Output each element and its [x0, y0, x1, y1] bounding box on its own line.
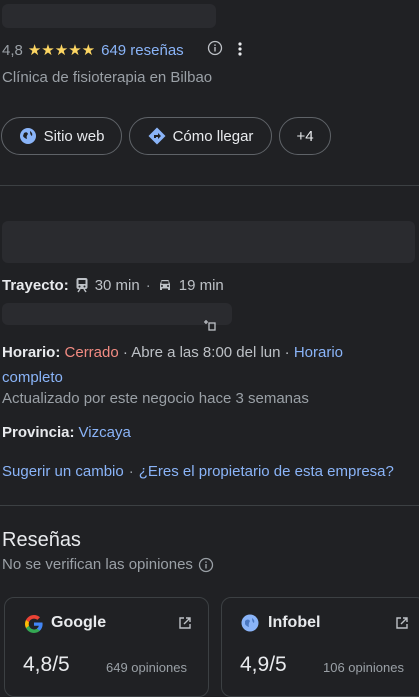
rating-score: 4,8	[2, 41, 23, 59]
province-link[interactable]: Vizcaya	[79, 424, 131, 441]
info-icon[interactable]	[207, 40, 223, 60]
suggest-row: Sugerir un cambio · ¿Eres el propietario…	[2, 463, 394, 480]
full-hours-link-cont[interactable]: completo	[2, 369, 63, 386]
full-hours-link[interactable]: Horario	[294, 344, 343, 361]
review-card-count: 649 opiniones	[106, 660, 187, 675]
directions-button[interactable]: Cómo llegar	[129, 117, 272, 155]
review-card-score: 4,9/5	[240, 653, 287, 676]
reviews-note: No se verifican las opiniones	[2, 556, 193, 573]
commute-label: Trayecto:	[2, 276, 69, 294]
infobel-logo-icon	[240, 613, 260, 637]
hours-label: Horario:	[2, 344, 61, 361]
commute-transit: 30 min	[94, 276, 140, 294]
hours-updated: Actualizado por este negocio hace 3 sema…	[2, 390, 309, 407]
reviews-info-icon[interactable]	[198, 557, 214, 573]
review-card-score: 4,8/5	[23, 653, 70, 676]
open-external-icon[interactable]	[395, 616, 409, 634]
review-card-source: Infobel	[268, 614, 321, 631]
more-vert-icon[interactable]	[236, 41, 244, 61]
more-actions-label: +4	[296, 127, 314, 145]
province-row: Provincia: Vizcaya	[2, 424, 131, 441]
rating-row: 4,8 ★★★★★ 649 reseñas	[2, 41, 184, 60]
commute-car: 19 min	[178, 276, 224, 294]
suggest-separator: ·	[128, 463, 134, 480]
reviews-link[interactable]: 649 reseñas	[101, 42, 184, 59]
owner-link[interactable]: ¿Eres el propietario de esta empresa?	[139, 463, 394, 480]
directions-label: Cómo llegar	[172, 127, 254, 145]
reviews-note-row: No se verifican las opiniones	[2, 556, 214, 573]
car-icon	[157, 278, 173, 292]
website-label: Sitio web	[43, 127, 105, 145]
review-card-count: 106 opiniones	[323, 660, 404, 675]
review-card-source: Google	[51, 614, 107, 631]
review-card-google[interactable]: Google 4,8/5 649 opiniones	[4, 597, 209, 697]
more-actions-button[interactable]: +4	[279, 117, 331, 155]
review-card-infobel[interactable]: Infobel 4,9/5 106 opiniones	[221, 597, 419, 697]
redacted-address	[2, 221, 415, 263]
hours-opens: · Abre a las 8:00 del lun ·	[122, 344, 290, 361]
directions-icon	[148, 127, 166, 145]
train-icon	[75, 277, 89, 293]
suggest-change-link[interactable]: Sugerir un cambio	[2, 463, 124, 480]
category-text: Clínica de fisioterapia en Bilbao	[2, 69, 213, 86]
hours-status: Cerrado	[64, 344, 119, 361]
copy-icon[interactable]	[202, 318, 218, 336]
globe-icon	[19, 127, 37, 145]
commute-separator: ·	[145, 276, 151, 294]
hours-block: Horario: Cerrado · Abre a las 8:00 del l…	[2, 340, 412, 390]
divider-top	[0, 185, 419, 186]
divider-reviews	[0, 505, 419, 506]
google-logo-icon	[23, 613, 45, 639]
commute-row: Trayecto: 30 min · 19 min	[2, 276, 224, 294]
redacted-line	[2, 303, 232, 325]
province-label: Provincia:	[2, 424, 75, 441]
rating-stars: ★★★★★	[27, 42, 96, 59]
redacted-title	[2, 4, 216, 28]
website-button[interactable]: Sitio web	[1, 117, 122, 155]
reviews-heading: Reseñas	[2, 529, 81, 551]
open-external-icon[interactable]	[178, 616, 192, 634]
